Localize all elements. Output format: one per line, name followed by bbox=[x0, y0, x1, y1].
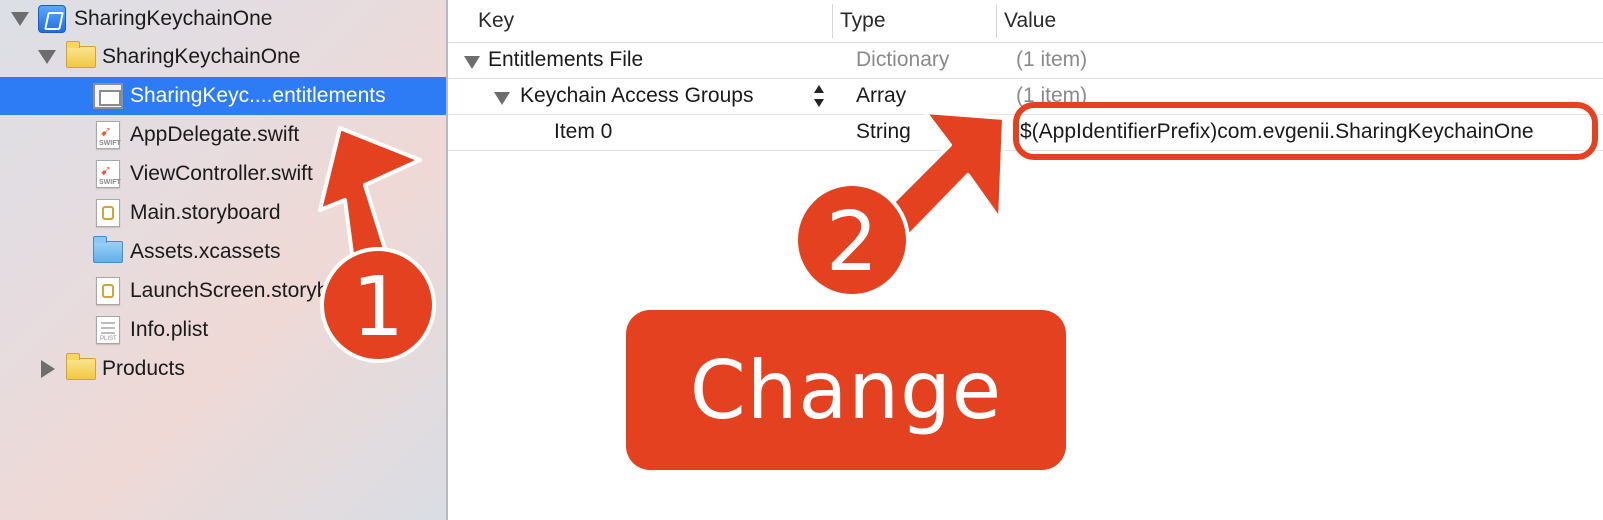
swift-file-icon: ➹ SWIFT bbox=[96, 160, 121, 188]
disclosure-expanded-icon[interactable] bbox=[494, 92, 510, 105]
row-type[interactable]: Array bbox=[856, 84, 906, 108]
change-callout: Change bbox=[626, 310, 1066, 470]
navigator-item-project[interactable]: SharingKeychainOne bbox=[0, 0, 446, 38]
navigator-item-viewcontroller[interactable]: ➹ SWIFT ViewController.swift bbox=[0, 155, 446, 193]
storyboard-file-icon bbox=[96, 199, 120, 227]
plist-row-keychain-access-groups[interactable]: Keychain Access Groups Array (1 item) bbox=[448, 79, 1603, 115]
navigator-item-label: Info.plist bbox=[130, 318, 209, 341]
disclosure-expanded-icon[interactable] bbox=[464, 56, 480, 69]
navigator-item-info-plist[interactable]: PLIST Info.plist bbox=[0, 311, 446, 349]
navigator-item-appdelegate[interactable]: ➹ SWIFT AppDelegate.swift bbox=[0, 116, 446, 154]
column-header-key[interactable]: Key bbox=[472, 0, 822, 42]
navigator-item-label: LaunchScreen.storyboard bbox=[130, 279, 371, 302]
navigator-item-products[interactable]: Products bbox=[0, 350, 446, 388]
folder-icon bbox=[66, 353, 96, 380]
folder-icon bbox=[66, 41, 96, 68]
column-divider[interactable] bbox=[832, 4, 833, 38]
row-type[interactable]: String bbox=[856, 120, 911, 144]
row-value: (1 item) bbox=[1016, 48, 1088, 71]
navigator-item-label: SharingKeychainOne bbox=[102, 45, 301, 68]
xcode-project-icon bbox=[38, 5, 66, 33]
navigator-item-label: AppDelegate.swift bbox=[130, 123, 300, 146]
plist-file-icon: PLIST bbox=[96, 316, 120, 344]
key-stepper-icon[interactable] bbox=[812, 83, 826, 111]
entitlements-file-icon bbox=[93, 83, 123, 109]
navigator-item-label: Assets.xcassets bbox=[130, 240, 281, 263]
storyboard-file-icon bbox=[96, 277, 120, 305]
navigator-item-group[interactable]: SharingKeychainOne bbox=[0, 38, 446, 76]
disclosure-collapsed-icon[interactable] bbox=[41, 360, 55, 378]
row-value-field[interactable]: $(AppIdentifierPrefix)com.evgenii.Sharin… bbox=[1020, 120, 1534, 144]
row-key: Item 0 bbox=[554, 120, 613, 143]
column-header-value[interactable]: Value bbox=[998, 0, 1498, 42]
plist-row-item-0[interactable]: Item 0 String $(AppIdentifierPrefix)com.… bbox=[448, 115, 1603, 151]
navigator-item-entitlements[interactable]: SharingKeyc....entitlements bbox=[0, 77, 446, 115]
navigator-item-label: SharingKeyc....entitlements bbox=[130, 84, 386, 107]
row-key[interactable]: Keychain Access Groups bbox=[520, 84, 753, 108]
navigator-item-label: SharingKeychainOne bbox=[74, 7, 273, 30]
asset-catalog-icon bbox=[93, 236, 123, 263]
change-callout-label: Change bbox=[689, 343, 1003, 437]
swift-file-icon: ➹ SWIFT bbox=[96, 121, 121, 149]
row-key: Entitlements File bbox=[488, 48, 644, 71]
row-type: Dictionary bbox=[856, 48, 950, 71]
navigator-item-label: Main.storyboard bbox=[130, 201, 281, 224]
navigator-item-label: Products bbox=[102, 357, 185, 380]
plist-row-entitlements-file[interactable]: Entitlements File Dictionary (1 item) bbox=[448, 43, 1603, 79]
disclosure-expanded-icon[interactable] bbox=[11, 12, 29, 26]
project-navigator: SharingKeychainOne SharingKeychainOne Sh… bbox=[0, 0, 448, 520]
row-value: (1 item) bbox=[1016, 84, 1088, 107]
navigator-item-label: ViewController.swift bbox=[130, 162, 313, 185]
column-divider[interactable] bbox=[996, 4, 997, 38]
navigator-item-assets[interactable]: Assets.xcassets bbox=[0, 233, 446, 271]
navigator-item-launchscreen[interactable]: LaunchScreen.storyboard bbox=[0, 272, 446, 310]
disclosure-expanded-icon[interactable] bbox=[38, 50, 56, 64]
navigator-item-main-storyboard[interactable]: Main.storyboard bbox=[0, 194, 446, 232]
column-header-type[interactable]: Type bbox=[834, 0, 994, 42]
